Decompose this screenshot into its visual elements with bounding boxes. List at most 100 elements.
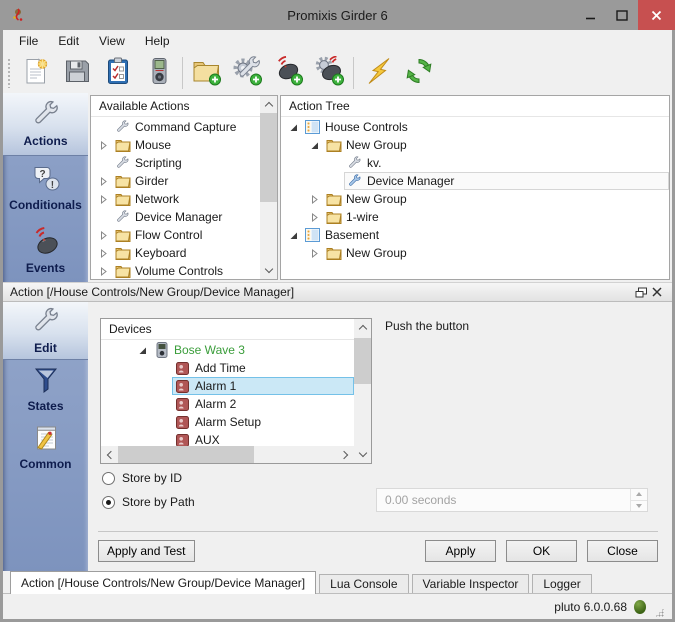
menu-help[interactable]: Help [135, 32, 180, 50]
expander-closed-icon[interactable] [95, 194, 112, 204]
menu-view[interactable]: View [89, 32, 135, 50]
add-folder-button[interactable] [186, 54, 227, 91]
menu-bar: File Edit View Help [3, 30, 672, 52]
scroll-down-icon[interactable] [354, 446, 371, 463]
tree-item-keyboard[interactable]: Keyboard [91, 244, 260, 262]
spin-up-button[interactable] [631, 489, 647, 500]
apply-and-test-button[interactable]: Apply and Test [98, 540, 195, 562]
run-test-button[interactable] [357, 54, 398, 91]
radio-circle-icon[interactable] [102, 495, 115, 509]
remote-device-button[interactable] [138, 54, 179, 91]
workspace-top: Actions?! Conditionals Events Available Ac… [3, 93, 672, 282]
scroll-left-icon[interactable] [101, 446, 118, 463]
scroll-thumb[interactable] [118, 446, 254, 463]
scroll-right-icon[interactable] [337, 446, 354, 463]
tree-item-mouse[interactable]: Mouse [91, 136, 260, 154]
add-action-button[interactable] [227, 54, 268, 91]
ok-button[interactable]: OK [506, 540, 577, 562]
wrench-xl-icon [31, 100, 61, 133]
tree-item-alarm-2[interactable]: Alarm 2 [101, 395, 354, 413]
tab-lua-console[interactable]: Lua Console [319, 574, 409, 593]
tree-item-command-capture[interactable]: Command Capture [91, 118, 260, 136]
tree-item-1-wire[interactable]: 1-wire [281, 208, 669, 226]
tab-variable-inspector[interactable]: Variable Inspector [411, 574, 530, 593]
spin-down-button[interactable] [631, 499, 647, 512]
float-panel-button[interactable] [633, 284, 649, 300]
expander-closed-icon[interactable] [95, 248, 112, 258]
add-event-button[interactable] [268, 54, 309, 91]
expander-closed-icon[interactable] [95, 176, 112, 186]
tree-item-alarm-1[interactable]: Alarm 1 [101, 377, 354, 395]
tree-item-new-group[interactable]: New Group [281, 190, 669, 208]
scroll-up-icon[interactable] [260, 96, 277, 113]
nav-item-states[interactable]: States [3, 360, 88, 418]
duration-spinner[interactable]: 0.00 seconds [376, 488, 648, 512]
nav-item-edit[interactable]: Edit [3, 302, 88, 360]
refresh-button[interactable] [398, 54, 439, 91]
available-actions-scrollbar[interactable] [260, 96, 277, 279]
refresh-icon [404, 56, 434, 89]
wrench-blue-icon [345, 173, 364, 189]
tree-item-device-manager[interactable]: Device Manager [281, 172, 669, 190]
tree-item-kv[interactable]: kv. [281, 154, 669, 172]
tree-item-device-manager[interactable]: Device Manager [91, 208, 260, 226]
scroll-thumb[interactable] [260, 113, 277, 203]
mouse-red-icon [31, 226, 61, 260]
tree-item-girder[interactable]: Girder [91, 172, 260, 190]
radio-circle-icon[interactable] [102, 471, 115, 485]
tree-item-basement[interactable]: Basement [281, 226, 669, 244]
add-action-event-button[interactable] [309, 54, 350, 91]
expander-open-icon[interactable] [285, 123, 302, 132]
expander-open-icon[interactable] [134, 346, 151, 355]
tree-item-new-group[interactable]: New Group [281, 244, 669, 262]
minimize-button[interactable] [574, 0, 606, 30]
dock-close-button[interactable] [649, 284, 665, 300]
scroll-down-icon[interactable] [260, 262, 277, 279]
expander-closed-icon[interactable] [306, 194, 323, 204]
tree-item-bose-wave-3[interactable]: Bose Wave 3 [101, 341, 354, 359]
tree-item-add-time[interactable]: Add Time [101, 359, 354, 377]
tree-item-label: New Group [346, 138, 407, 152]
expander-open-icon[interactable] [306, 141, 323, 150]
expander-closed-icon[interactable] [95, 230, 112, 240]
expander-closed-icon[interactable] [95, 140, 112, 150]
maximize-button[interactable] [606, 0, 638, 30]
tree-item-label: New Group [346, 246, 407, 260]
expander-open-icon[interactable] [285, 231, 302, 240]
scroll-thumb[interactable] [354, 338, 371, 385]
new-file-button[interactable] [15, 54, 56, 91]
tree-item-scripting[interactable]: Scripting [91, 154, 260, 172]
close-dialog-button[interactable]: Close [587, 540, 658, 562]
expander-closed-icon[interactable] [306, 212, 323, 222]
nav-item-conditionals[interactable]: ?! Conditionals [3, 156, 88, 219]
close-button[interactable] [638, 0, 675, 30]
tree-item-label: Volume Controls [135, 264, 224, 278]
paste-actions-button[interactable] [97, 54, 138, 91]
tree-item-alarm-setup[interactable]: Alarm Setup [101, 413, 354, 431]
tab-action[interactable]: Action [/House Controls/New Group/Device… [10, 571, 317, 594]
tree-item-new-group[interactable]: New Group [281, 136, 669, 154]
expander-closed-icon[interactable] [306, 248, 323, 258]
apply-button[interactable]: Apply [425, 540, 496, 562]
nav-item-label: States [27, 399, 64, 413]
tree-item-volume-controls[interactable]: Volume Controls [91, 262, 260, 279]
toolbar-grip[interactable] [7, 57, 12, 88]
store-by-path-radio[interactable]: Store by Path [102, 495, 195, 509]
devices-hscrollbar[interactable] [101, 446, 354, 463]
tree-item-aux[interactable]: AUX [101, 431, 354, 446]
resize-grip[interactable] [655, 608, 664, 617]
tree-item-house-controls[interactable]: House Controls [281, 118, 669, 136]
nav-item-actions[interactable]: Actions [3, 93, 88, 156]
save-file-button[interactable] [56, 54, 97, 91]
tree-item-flow-control[interactable]: Flow Control [91, 226, 260, 244]
nav-item-events[interactable]: Events [3, 219, 88, 282]
devices-vscrollbar[interactable] [354, 319, 371, 463]
tab-logger[interactable]: Logger [532, 574, 592, 593]
store-by-id-radio[interactable]: Store by ID [102, 471, 182, 485]
menu-file[interactable]: File [9, 32, 48, 50]
nav-item-common[interactable]: Common [3, 418, 88, 476]
menu-edit[interactable]: Edit [48, 32, 89, 50]
tree-item-network[interactable]: Network [91, 190, 260, 208]
scroll-up-icon[interactable] [354, 319, 371, 336]
expander-closed-icon[interactable] [95, 266, 112, 276]
